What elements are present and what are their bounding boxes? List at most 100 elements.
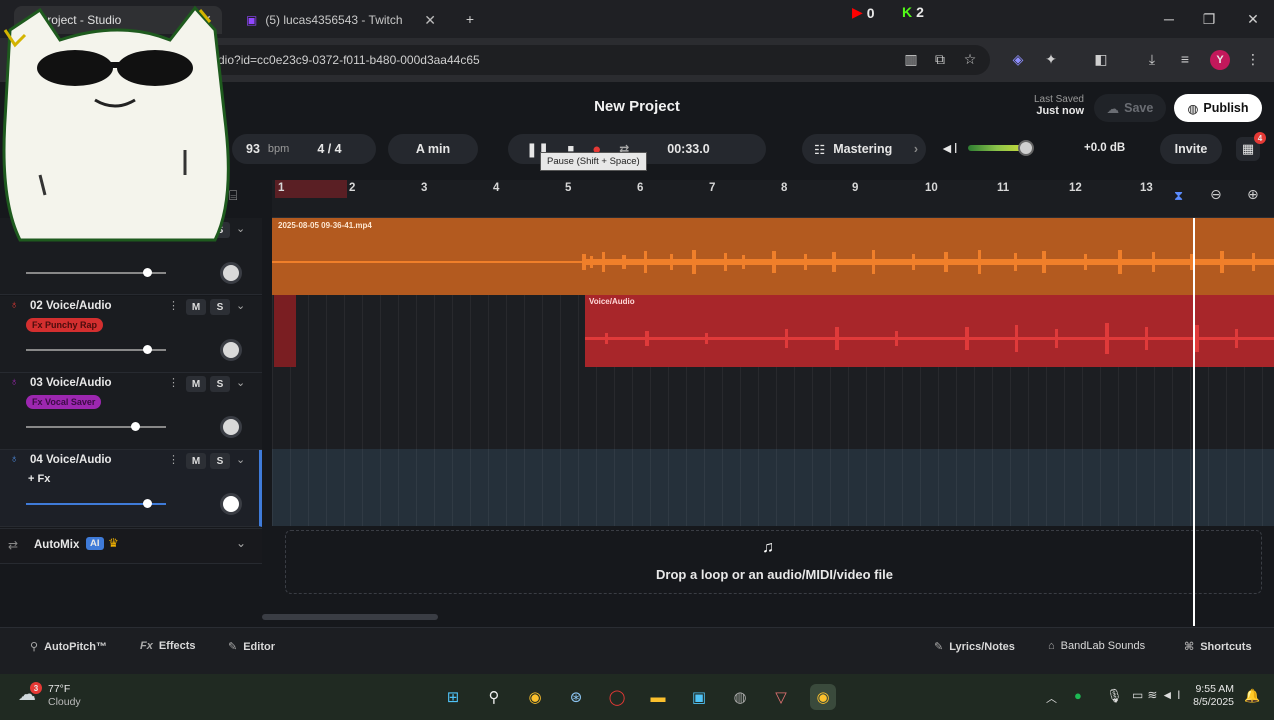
chevron-down-icon[interactable]: ⌄: [236, 299, 245, 312]
restore-icon[interactable]: ❐: [1198, 8, 1220, 30]
speaker-icon[interactable]: ◄ǀ: [940, 140, 958, 156]
solo-button[interactable]: S: [210, 299, 230, 315]
tempo-value[interactable]: 93: [246, 142, 260, 156]
mute-button[interactable]: M: [186, 376, 206, 392]
chevron-up-icon[interactable]: ︿: [1046, 690, 1057, 706]
profile-avatar[interactable]: Y: [1210, 50, 1230, 70]
clip-fragment[interactable]: [274, 295, 296, 367]
mute-button[interactable]: M: [186, 453, 206, 469]
chevron-down-icon[interactable]: ⌄: [236, 536, 246, 550]
weather-widget[interactable]: 77°F Cloudy: [48, 683, 81, 709]
url-bar[interactable]: studio?id=cc0e23c9-0372-f011-b480-000d3a…: [120, 45, 990, 75]
zoom-in-icon[interactable]: ⊕: [1247, 186, 1259, 203]
project-title[interactable]: New Project: [540, 98, 734, 115]
kick-counter[interactable]: K 2: [902, 4, 924, 20]
metronome-icon[interactable]: ⧗: [1174, 188, 1183, 204]
pan-knob[interactable]: [220, 493, 242, 515]
volume-handle[interactable]: [131, 422, 140, 431]
clip-track-2[interactable]: Voice/Audio: [585, 295, 1274, 367]
extension-shield-icon[interactable]: ◈: [1007, 48, 1029, 70]
chevron-down-icon[interactable]: ⌄: [236, 222, 245, 235]
pan-knob[interactable]: [220, 416, 242, 438]
solo-button[interactable]: S: [210, 376, 230, 392]
loop-region[interactable]: [275, 180, 347, 198]
obs-icon[interactable]: ◍: [727, 684, 753, 710]
volume-handle[interactable]: [143, 268, 152, 277]
cast-icon[interactable]: ⧉: [929, 48, 951, 70]
more-icon[interactable]: ⋮: [168, 376, 179, 389]
opera-icon[interactable]: ◯: [604, 684, 630, 710]
drop-zone[interactable]: ♫ Drop a loop or an audio/MIDI/video fil…: [285, 530, 1262, 594]
clock[interactable]: 9:55 AM 8/5/2025: [1186, 683, 1234, 709]
youtube-counter[interactable]: ▶ 0: [852, 4, 875, 21]
playhead[interactable]: [1193, 218, 1195, 626]
window-close-icon[interactable]: ✕: [1242, 8, 1264, 30]
store-icon[interactable]: ▣: [686, 684, 712, 710]
notification-bell-icon[interactable]: 🔔: [1244, 688, 1260, 704]
sidebar-icon[interactable]: ◧: [1090, 48, 1112, 70]
last-saved-label: Last Saved: [1033, 94, 1084, 105]
new-tab-button[interactable]: +: [459, 8, 481, 30]
clip-track-1[interactable]: 2025-08-05 09-36-41.mp4: [272, 218, 1274, 295]
track-name[interactable]: 02 Voice/Audio: [30, 300, 112, 312]
lane-track-4[interactable]: [272, 449, 1274, 526]
effects-button[interactable]: Fx Effects: [140, 640, 196, 652]
volume-handle[interactable]: [143, 499, 152, 508]
horizontal-scrollbar[interactable]: [262, 614, 438, 620]
sounds-icon: ⌂: [1048, 640, 1055, 652]
tempo-timesig-control[interactable]: 93 bpm 4 / 4: [232, 134, 376, 164]
download-icon[interactable]: ⤓: [1141, 48, 1163, 70]
file-explorer-icon[interactable]: ▬: [645, 684, 671, 710]
search-icon[interactable]: ⚲: [481, 684, 507, 710]
close-icon[interactable]: ✕: [424, 12, 436, 29]
bar-number: 9: [852, 182, 859, 194]
add-fx-button[interactable]: + Fx: [28, 473, 50, 485]
more-icon[interactable]: ⋮: [168, 299, 179, 312]
publish-button[interactable]: ◍ Publish: [1174, 94, 1262, 122]
pan-knob[interactable]: [220, 339, 242, 361]
volume-knob[interactable]: [1018, 140, 1034, 156]
fx-preset-tag[interactable]: Fx Vocal Saver: [26, 395, 102, 409]
autopitch-button[interactable]: ⚲ AutoPitch™: [30, 640, 107, 654]
shortcuts-button[interactable]: ⌘ Shortcuts: [1184, 640, 1252, 654]
track-name[interactable]: 04 Voice/Audio: [30, 454, 112, 466]
editor-button[interactable]: ✎ Editor: [228, 640, 275, 654]
minimize-icon[interactable]: ─: [1158, 8, 1180, 30]
fx-icon: Fx: [140, 640, 153, 652]
master-volume-slider[interactable]: [968, 140, 1034, 156]
system-tray-icons[interactable]: ▭≋◄ǀ: [1132, 688, 1184, 702]
reading-mode-icon[interactable]: ▥: [900, 48, 922, 70]
lane-track-2[interactable]: Voice/Audio: [272, 295, 1274, 372]
spotify-icon[interactable]: ●: [1074, 688, 1082, 703]
invite-button[interactable]: Invite: [1160, 134, 1222, 164]
chevron-down-icon[interactable]: ⌄: [236, 453, 245, 466]
media-control-icon[interactable]: ≡: [1174, 48, 1196, 70]
valorant-icon[interactable]: ▽: [768, 684, 794, 710]
lyrics-notes-button[interactable]: ✎ Lyrics/Notes: [934, 640, 1015, 654]
mute-button[interactable]: M: [186, 299, 206, 315]
key-selector[interactable]: A min: [388, 134, 478, 164]
solo-button[interactable]: S: [210, 453, 230, 469]
steam-icon[interactable]: ⊛: [563, 684, 589, 710]
track-name[interactable]: 03 Voice/Audio: [30, 377, 112, 389]
mastering-button[interactable]: ☷ Mastering ›: [802, 134, 926, 164]
track-volume-slider[interactable]: [26, 426, 166, 428]
chevron-down-icon[interactable]: ⌄: [236, 376, 245, 389]
lane-track-3[interactable]: [272, 372, 1274, 449]
more-menu-icon[interactable]: ⋮: [1242, 48, 1264, 70]
time-signature[interactable]: 4 / 4: [317, 142, 341, 156]
chrome-icon[interactable]: ◉: [522, 684, 548, 710]
windows-start-icon[interactable]: ⊞: [440, 684, 466, 710]
volume-handle[interactable]: [143, 345, 152, 354]
more-icon[interactable]: ⋮: [168, 453, 179, 466]
tab-twitch[interactable]: ▣ (5) lucas4356543 - Twitch ✕: [236, 6, 446, 34]
zoom-out-icon[interactable]: ⊖: [1210, 186, 1222, 203]
chrome-active-icon[interactable]: ◉: [810, 684, 836, 710]
fx-preset-tag[interactable]: Fx Punchy Rap: [26, 318, 104, 332]
pan-knob[interactable]: [220, 262, 242, 284]
microphone-icon[interactable]: 🎙: [1106, 688, 1123, 704]
save-button[interactable]: ☁ Save: [1094, 94, 1166, 122]
bookmark-star-icon[interactable]: ☆: [959, 48, 981, 70]
bandlab-sounds-button[interactable]: ⌂ BandLab Sounds: [1048, 640, 1145, 652]
extensions-icon[interactable]: ✦: [1040, 48, 1062, 70]
